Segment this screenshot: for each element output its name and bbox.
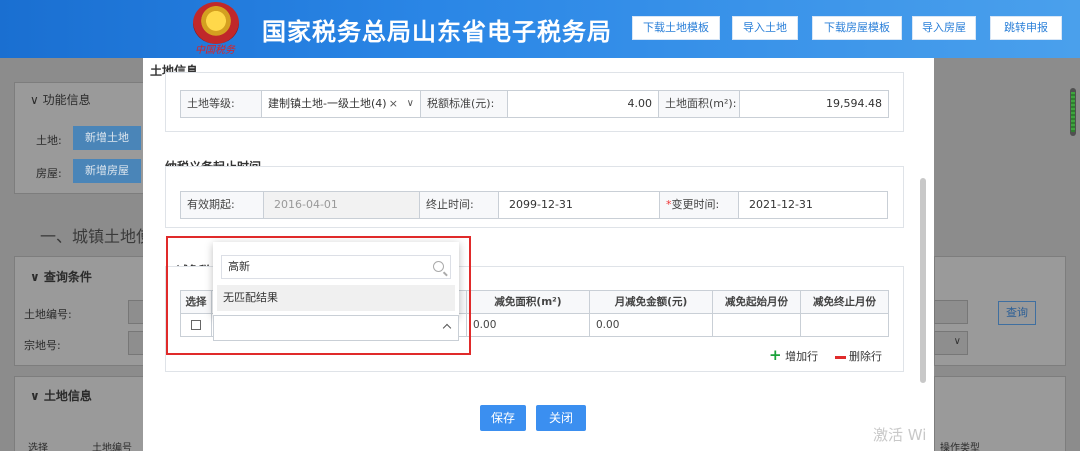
query-title: ∨ 查询条件 [30,270,92,284]
relief-row-amount[interactable]: 0.00 [589,313,713,337]
add-row-button[interactable]: + 增加行 [769,346,818,364]
relief-header-start-month: 减免起始月份 [712,290,801,314]
select-right[interactable]: ∨ [934,331,968,355]
land-grade-select[interactable]: 建制镇土地-一级土地(4) × ∨ [261,90,421,118]
house-label: 房屋: [36,167,62,180]
land-no-input[interactable] [128,300,144,324]
land-grade-label: 土地等级: [180,90,262,118]
parcel-no-input[interactable] [128,331,144,355]
add-land-button[interactable]: 新增土地 [73,126,141,150]
land-info-title: ∨ 土地信息 [30,389,92,403]
modal-scrollbar[interactable] [920,178,926,383]
tax-emblem-icon [193,2,239,44]
highlight-box [166,236,471,355]
change-date-field[interactable]: 2021-12-31 [738,191,888,219]
relief-row-area[interactable]: 0.00 [466,313,590,337]
function-info-title: ∨ 功能信息 [30,93,91,107]
end-date-field[interactable]: 2099-12-31 [498,191,660,219]
query-button[interactable]: 查询 [998,301,1036,325]
site-title: 国家税务总局山东省电子税务局 [262,18,612,46]
close-button[interactable]: 关闭 [536,405,586,431]
import-land-button[interactable]: 导入土地 [732,16,798,40]
minus-icon [835,355,846,359]
bg-table-header-select: 选择 [28,443,48,451]
end-date-label: 终止时间: [419,191,499,219]
chevron-down-icon: ∨ [953,336,961,347]
jump-declare-button[interactable]: 跳转申报 [990,16,1062,40]
chevron-down-icon: ∨ [406,98,414,109]
emblem-caption: 中国税务 [195,45,235,56]
relief-header-area: 减免面积(m²) [466,290,590,314]
activation-watermark: 激活 Wi [873,426,927,444]
land-area-value: 19,594.48 [739,90,889,118]
add-house-button[interactable]: 新增房屋 [73,159,141,183]
bg-table-header-land-no: 土地编号 [92,443,132,451]
start-date-label: 有效期起: [180,191,264,219]
parcel-no-label: 宗地号: [24,339,61,352]
bg-table-header-operation: 操作类型 [940,443,980,451]
land-label: 土地: [36,134,62,147]
scroll-indicator-icon [1071,92,1075,132]
land-no-input-right[interactable] [934,300,968,324]
tax-standard-value: 4.00 [507,90,659,118]
plus-icon: + [769,346,782,364]
land-no-label: 土地编号: [24,308,72,321]
section-heading: 一、城镇土地使 [40,227,153,246]
download-house-template-button[interactable]: 下载房屋模板 [812,16,902,40]
relief-header-amount: 月减免金额(元) [589,290,713,314]
relief-row-start-month[interactable] [712,313,801,337]
save-button[interactable]: 保存 [480,405,526,431]
download-land-template-button[interactable]: 下载土地模板 [632,16,720,40]
relief-header-end-month: 减免终止月份 [800,290,889,314]
import-house-button[interactable]: 导入房屋 [912,16,976,40]
change-date-label: *变更时间: [659,191,739,219]
site-header: 中国税务 国家税务总局山东省电子税务局 下载土地模板 导入土地 下载房屋模板 导… [0,0,1080,58]
tax-standard-label: 税额标准(元): [420,90,508,118]
relief-row-end-month[interactable] [800,313,889,337]
land-area-label: 土地面积(m²): [658,90,740,118]
delete-row-button[interactable]: 删除行 [835,348,882,364]
start-date-field: 2016-04-01 [263,191,420,219]
clear-icon[interactable]: × [389,91,398,117]
land-grade-value: 建制镇土地-一级土地(4) [268,97,387,110]
